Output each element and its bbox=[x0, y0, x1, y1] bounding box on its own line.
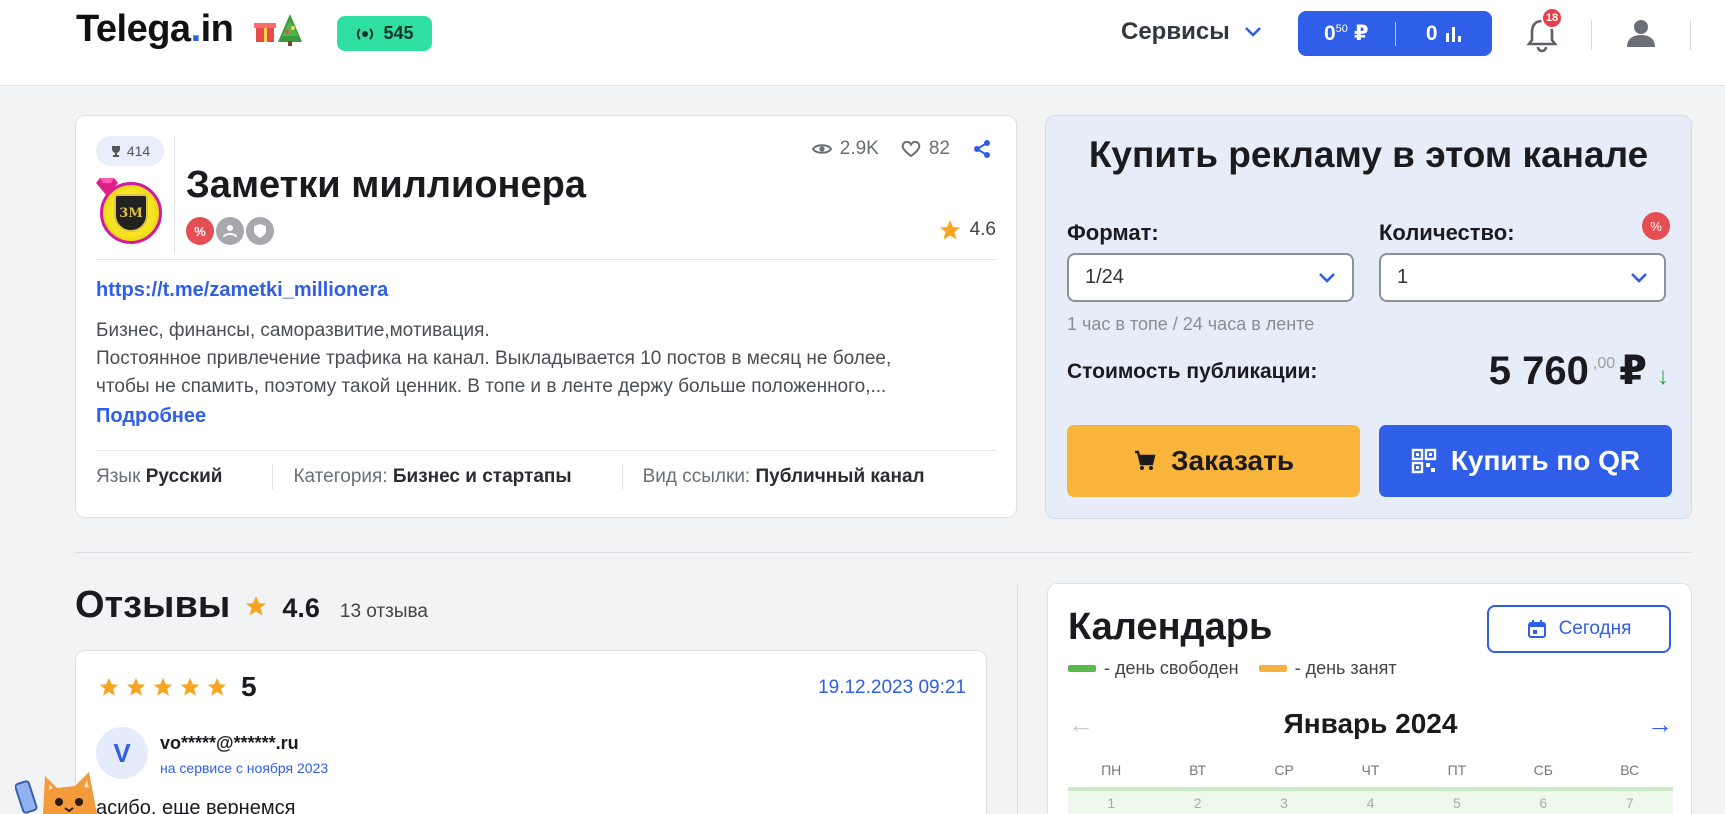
channel-title: Заметки миллионера bbox=[186, 164, 586, 206]
star-icon bbox=[246, 595, 267, 615]
order-button[interactable]: Заказать bbox=[1067, 425, 1360, 497]
calendar-day[interactable]: 4 bbox=[1327, 791, 1414, 814]
quantity-label: Количество: bbox=[1379, 220, 1515, 245]
online-users-badge[interactable]: 545 bbox=[337, 16, 432, 51]
chevron-down-icon bbox=[1631, 272, 1647, 283]
next-month-arrow-icon[interactable]: → bbox=[1647, 709, 1673, 740]
calendar-day[interactable]: 1 bbox=[1068, 791, 1155, 814]
price-down-icon: ↓ bbox=[1657, 363, 1669, 390]
link-type-info: Вид ссылки: Публичный канал bbox=[642, 466, 925, 487]
format-label: Формат: bbox=[1067, 220, 1159, 245]
qr-code-icon bbox=[1411, 448, 1437, 474]
more-link[interactable]: Подробнее bbox=[96, 405, 206, 428]
free-swatch bbox=[1068, 665, 1096, 672]
reviews-rating: 4.6 bbox=[282, 593, 320, 623]
calendar-day[interactable]: 7 bbox=[1586, 791, 1673, 814]
calendar-card: Календарь Сегодня - день свободен - день… bbox=[1047, 583, 1692, 814]
christmas-gift-icon bbox=[254, 14, 302, 46]
cost-value: 5 760,00 ₽ ↓ bbox=[1488, 349, 1669, 393]
channel-avatar[interactable]: 3M bbox=[96, 178, 166, 248]
likes-stat[interactable]: 82 bbox=[901, 138, 950, 160]
notification-badge: 18 bbox=[1541, 7, 1563, 29]
format-select[interactable]: 1/24 bbox=[1067, 253, 1354, 302]
category-info: Категория: Бизнес и стартапы bbox=[293, 466, 572, 487]
broadcast-icon bbox=[357, 27, 374, 40]
cart-icon bbox=[1134, 450, 1156, 470]
shield-icon bbox=[246, 217, 274, 245]
reviewer-since: на сервисе с ноября 2023 bbox=[160, 760, 329, 776]
star-icon bbox=[939, 220, 960, 240]
channel-description: Бизнес, финансы, саморазвитие,мотивация.… bbox=[96, 320, 892, 397]
today-button[interactable]: Сегодня bbox=[1487, 605, 1671, 653]
diamond-icon bbox=[96, 178, 118, 196]
buy-ad-panel: Купить рекламу в этом канале Формат: Кол… bbox=[1045, 115, 1692, 519]
reviewer-name: vo*****@******.ru bbox=[160, 733, 299, 753]
star-icon bbox=[180, 677, 200, 696]
language-info: Язык Русский bbox=[96, 466, 223, 487]
review-card: 5 19.12.2023 09:21 V vo*****@******.ru н… bbox=[75, 650, 987, 814]
calendar-icon bbox=[1527, 620, 1546, 638]
review-date: 19.12.2023 09:21 bbox=[818, 677, 966, 698]
discount-icon: % bbox=[186, 217, 214, 245]
calendar-legend: - день свободен - день занят bbox=[1068, 658, 1397, 679]
calendar-title: Календарь bbox=[1068, 606, 1273, 648]
channel-rating: 4.6 bbox=[938, 218, 996, 242]
star-icon bbox=[153, 677, 173, 696]
channel-link[interactable]: https://t.me/zametki_millionera bbox=[96, 279, 388, 302]
reviews-count: 13 отзыва bbox=[339, 601, 428, 622]
eye-icon bbox=[811, 144, 832, 154]
online-count: 545 bbox=[383, 23, 414, 43]
services-label: Сервисы bbox=[1121, 18, 1230, 45]
heart-icon bbox=[901, 140, 921, 158]
prev-month-arrow-icon[interactable]: ← bbox=[1068, 709, 1094, 740]
discount-badge[interactable]: % bbox=[1642, 212, 1670, 240]
reviews-header: Отзывы 4.6 13 отзыва bbox=[75, 584, 428, 627]
calendar-day[interactable]: 3 bbox=[1240, 791, 1328, 814]
days-row: 1 2 3 4 5 6 7 bbox=[1068, 787, 1673, 814]
busy-swatch bbox=[1258, 665, 1287, 672]
rank-badge: 414 bbox=[96, 136, 164, 166]
weekday-row: ПН ВТ СР ЧТ ПТ СБ ВС bbox=[1101, 762, 1640, 778]
balance-amount: 050 ₽ bbox=[1323, 21, 1369, 46]
buy-qr-button[interactable]: Купить по QR bbox=[1379, 425, 1672, 497]
calendar-month: Январь 2024 bbox=[1283, 708, 1458, 739]
star-icon bbox=[207, 677, 227, 696]
cat-mascot-icon[interactable] bbox=[15, 758, 125, 814]
cost-label: Стоимость публикации: bbox=[1067, 360, 1318, 383]
buy-title: Купить рекламу в этом канале bbox=[1088, 134, 1649, 175]
calendar-day[interactable]: 2 bbox=[1154, 791, 1241, 814]
calendar-nav: ← Январь 2024 → bbox=[1068, 708, 1673, 740]
handshake-icon bbox=[216, 217, 244, 245]
chevron-down-icon bbox=[1244, 27, 1261, 37]
balance-button[interactable]: 050 ₽ 0 bbox=[1298, 11, 1492, 56]
balance-stats: 0 bbox=[1396, 22, 1493, 46]
services-menu[interactable]: Сервисы bbox=[1121, 18, 1262, 46]
calendar-day[interactable]: 6 bbox=[1500, 791, 1587, 814]
top-header: Telega.in 545 Сервисы 050 ₽ 0 18 bbox=[0, 0, 1725, 86]
review-text: асибо, еще вернемся bbox=[96, 797, 296, 814]
views-stat: 2.9K bbox=[811, 138, 879, 160]
review-stars: 5 bbox=[98, 671, 257, 703]
star-icon bbox=[126, 677, 146, 696]
channel-card: 414 3M Заметки миллионера % 2.9K 82 4.6 … bbox=[75, 115, 1017, 518]
trophy-icon bbox=[111, 146, 120, 157]
chevron-down-icon bbox=[1319, 272, 1335, 283]
star-icon bbox=[99, 677, 119, 696]
bar-chart-icon bbox=[1445, 26, 1461, 42]
quantity-select[interactable]: 1 bbox=[1379, 253, 1666, 302]
share-icon[interactable] bbox=[972, 139, 992, 159]
user-avatar-icon[interactable] bbox=[1624, 16, 1658, 50]
channel-stats: 2.9K 82 bbox=[811, 138, 992, 160]
calendar-day[interactable]: 5 bbox=[1413, 791, 1501, 814]
reviews-title: Отзывы bbox=[75, 584, 231, 626]
format-hint: 1 час в топе / 24 часа в ленте bbox=[1067, 314, 1315, 334]
channel-meta: Язык Русский Категория: Бизнес и стартап… bbox=[96, 464, 925, 490]
logo[interactable]: Telega.in bbox=[76, 8, 234, 51]
